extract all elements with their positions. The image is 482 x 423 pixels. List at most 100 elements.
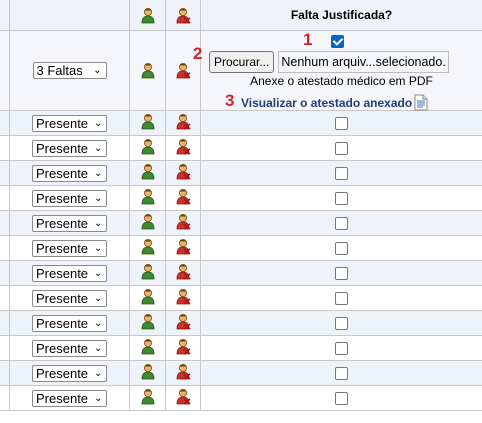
justified-checkbox[interactable] — [335, 216, 348, 230]
mark-present-button[interactable] — [130, 186, 165, 210]
mark-absent-button[interactable] — [166, 286, 200, 310]
attendance-select[interactable]: Presente ⌄ — [32, 214, 107, 232]
mark-present-button[interactable] — [130, 361, 165, 385]
table-header: Falta Justificada? — [0, 0, 482, 31]
justified-checkbox[interactable] — [335, 366, 348, 380]
attendance-select[interactable]: Presente ⌄ — [32, 164, 107, 182]
user-present-icon — [140, 213, 156, 233]
attendance-select[interactable]: Presente ⌄ — [32, 239, 107, 257]
user-present-icon — [140, 138, 156, 158]
mark-present-button[interactable] — [130, 311, 165, 335]
justified-checkbox[interactable] — [335, 166, 348, 180]
user-absent-icon — [175, 338, 191, 358]
attendance-select-value: Presente — [36, 165, 89, 181]
user-present-icon — [140, 388, 156, 408]
user-absent-icon — [175, 113, 191, 133]
mark-present-button[interactable] — [130, 386, 165, 410]
user-present-icon — [140, 163, 156, 183]
user-absent-icon — [175, 213, 191, 233]
attendance-select[interactable]: 3 Faltas ⌄ — [32, 62, 107, 79]
user-present-icon — [140, 263, 156, 283]
chevron-down-icon: ⌄ — [94, 342, 103, 354]
justified-checkbox[interactable] — [331, 35, 344, 48]
justified-checkbox[interactable] — [335, 291, 348, 305]
attendance-select[interactable]: Presente ⌄ — [32, 289, 107, 307]
attendance-table: Falta Justificada? 3 Faltas ⌄ 1 2 Procur… — [0, 0, 482, 411]
user-absent-icon — [175, 363, 191, 383]
mark-absent-button[interactable] — [166, 311, 200, 335]
upload-hint: Anexe o atestado médico em PDF — [250, 74, 433, 88]
user-present-icon — [140, 188, 156, 208]
attendance-select[interactable]: Presente ⌄ — [32, 264, 107, 282]
browse-button[interactable]: Procurar... — [209, 51, 275, 73]
mark-absent-button[interactable] — [166, 211, 200, 235]
attendance-select-value: Presente — [36, 265, 89, 281]
justified-checkbox[interactable] — [335, 316, 348, 330]
mark-present-button[interactable] — [130, 161, 165, 185]
table-row: Presente ⌄ — [0, 136, 482, 161]
mark-present-button[interactable] — [130, 111, 165, 135]
chevron-down-icon: ⌄ — [94, 292, 103, 304]
chevron-down-icon: ⌄ — [94, 167, 103, 179]
mark-absent-button[interactable] — [166, 336, 200, 360]
user-absent-icon — [176, 63, 191, 79]
mark-absent-button[interactable] — [166, 386, 200, 410]
table-row: Presente ⌄ — [0, 261, 482, 286]
mark-absent-button[interactable] — [166, 136, 200, 160]
attendance-select-value: 3 Faltas — [36, 63, 83, 78]
user-absent-icon — [175, 313, 191, 333]
attendance-select-value: Presente — [36, 190, 89, 206]
mark-absent-button[interactable] — [166, 261, 200, 285]
mark-present-button[interactable] — [130, 336, 165, 360]
justified-checkbox[interactable] — [335, 141, 348, 155]
attendance-select[interactable]: Presente ⌄ — [32, 139, 107, 157]
chevron-down-icon: ⌄ — [94, 192, 103, 204]
header-absent-all-icon[interactable] — [166, 0, 200, 30]
mark-present-button[interactable] — [130, 31, 165, 110]
attendance-select[interactable]: Presente ⌄ — [32, 314, 107, 332]
mark-absent-button[interactable] — [166, 361, 200, 385]
user-present-icon — [140, 313, 156, 333]
mark-present-button[interactable] — [130, 136, 165, 160]
mark-present-button[interactable] — [130, 261, 165, 285]
document-icon — [414, 94, 428, 111]
attendance-select-value: Presente — [36, 115, 89, 131]
mark-absent-button[interactable] — [166, 186, 200, 210]
header-present-all-icon[interactable] — [130, 0, 165, 30]
table-row: Presente ⌄ — [0, 386, 482, 411]
mark-absent-button[interactable] — [166, 161, 200, 185]
attendance-select[interactable]: Presente ⌄ — [32, 189, 107, 207]
view-attachment-label: Visualizar o atestado anexado — [241, 95, 413, 110]
attendance-select[interactable]: Presente ⌄ — [32, 389, 107, 407]
chevron-down-icon: ⌄ — [94, 117, 103, 129]
mark-present-button[interactable] — [130, 286, 165, 310]
attendance-select-value: Presente — [36, 240, 89, 256]
table-row: Presente ⌄ — [0, 111, 482, 136]
justified-checkbox[interactable] — [335, 391, 348, 405]
user-absent-icon — [175, 288, 191, 308]
mark-absent-button[interactable] — [166, 31, 200, 110]
justified-checkbox[interactable] — [335, 241, 348, 255]
justification-panel: 1 2 Procurar... Nenhum arquiv...selecion… — [193, 30, 482, 111]
justified-checkbox[interactable] — [335, 191, 348, 205]
view-attachment-link[interactable]: Visualizar o atestado anexado — [241, 94, 428, 111]
attendance-select[interactable]: Presente ⌄ — [32, 339, 107, 357]
attendance-select-value: Presente — [36, 315, 89, 331]
attendance-select-value: Presente — [36, 215, 89, 231]
justified-checkbox[interactable] — [335, 341, 348, 355]
table-row: Presente ⌄ — [0, 336, 482, 361]
mark-absent-button[interactable] — [166, 236, 200, 260]
user-absent-icon — [175, 238, 191, 258]
attendance-select[interactable]: Presente ⌄ — [32, 114, 107, 132]
column-title-justified: Falta Justificada? — [290, 8, 393, 22]
attendance-select-value: Presente — [36, 340, 89, 356]
justified-checkbox[interactable] — [335, 116, 348, 130]
mark-present-button[interactable] — [130, 236, 165, 260]
mark-absent-button[interactable] — [166, 111, 200, 135]
mark-present-button[interactable] — [130, 211, 165, 235]
chevron-down-icon: ⌄ — [94, 317, 103, 329]
justified-checkbox[interactable] — [335, 266, 348, 280]
attendance-select[interactable]: Presente ⌄ — [32, 364, 107, 382]
user-present-icon — [140, 363, 156, 383]
table-row-expanded: 3 Faltas ⌄ 1 2 Procurar... Nenhum arquiv… — [0, 30, 482, 111]
